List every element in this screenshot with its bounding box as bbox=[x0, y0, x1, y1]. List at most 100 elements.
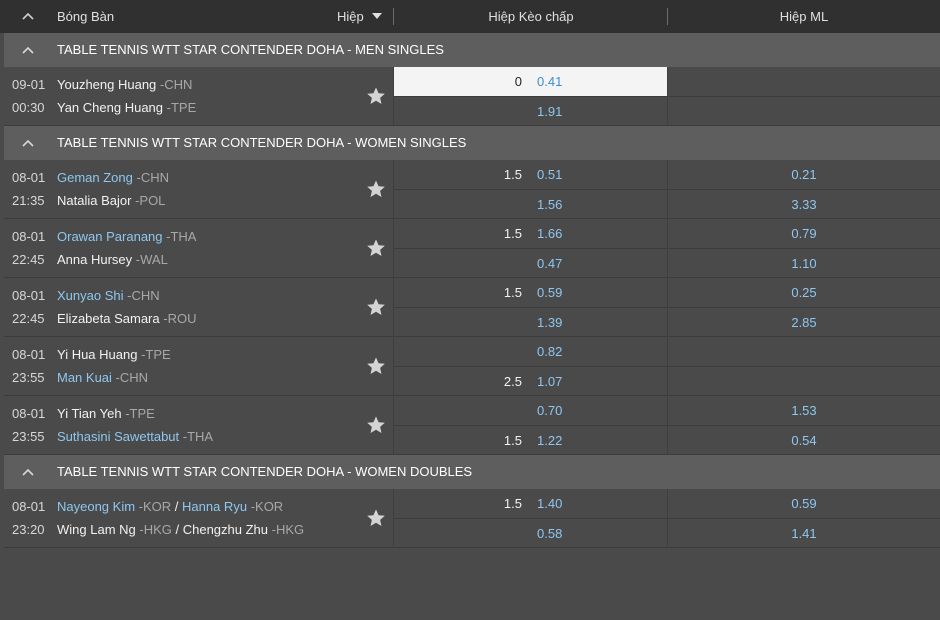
match-time: 22:45 bbox=[12, 311, 45, 326]
handicap-cell-away[interactable]: 1.5 1.22 bbox=[394, 426, 668, 455]
player-country: -CHN bbox=[127, 288, 160, 303]
moneyline-odds[interactable]: 1.53 bbox=[668, 403, 940, 418]
player-name[interactable]: Yi Hua Huang bbox=[57, 347, 137, 362]
favorite-star-icon[interactable] bbox=[366, 86, 386, 106]
handicap-cell-away[interactable]: 1.39 bbox=[394, 308, 668, 337]
league-header[interactable]: TABLE TENNIS WTT STAR CONTENDER DOHA - M… bbox=[4, 33, 940, 67]
handicap-cell-home[interactable]: 1.5 0.51 bbox=[394, 160, 668, 189]
handicap-cell-away[interactable]: 0.47 bbox=[394, 249, 668, 278]
moneyline-odds[interactable]: 1.41 bbox=[668, 526, 940, 541]
handicap-odds[interactable]: 0.59 bbox=[537, 285, 562, 300]
match-time: 23:20 bbox=[12, 522, 45, 537]
handicap-odds[interactable]: 1.56 bbox=[537, 197, 562, 212]
moneyline-cell-home[interactable]: 0.21 bbox=[668, 160, 940, 189]
chevron-up-icon[interactable] bbox=[20, 465, 36, 479]
chevron-up-icon[interactable] bbox=[20, 43, 36, 57]
column-divider bbox=[667, 337, 668, 396]
moneyline-cell-away[interactable]: 2.85 bbox=[668, 308, 940, 337]
handicap-odds[interactable]: 0.58 bbox=[537, 526, 562, 541]
team-separator: / bbox=[171, 499, 183, 514]
handicap-cell-away[interactable]: 1.56 bbox=[394, 190, 668, 219]
moneyline-cell-home[interactable] bbox=[668, 337, 940, 366]
moneyline-odds[interactable]: 0.21 bbox=[668, 167, 940, 182]
league-header[interactable]: TABLE TENNIS WTT STAR CONTENDER DOHA - W… bbox=[4, 126, 940, 160]
moneyline-cell-home[interactable]: 1.53 bbox=[668, 396, 940, 425]
handicap-odds[interactable]: 1.07 bbox=[537, 374, 562, 389]
handicap-odds[interactable]: 0.41 bbox=[537, 74, 562, 89]
column-divider bbox=[667, 160, 668, 219]
period-select[interactable]: Hiệp bbox=[337, 0, 364, 33]
favorite-star-icon[interactable] bbox=[366, 356, 386, 376]
moneyline-odds[interactable]: 0.79 bbox=[668, 226, 940, 241]
caret-down-icon[interactable] bbox=[372, 12, 382, 20]
column-divider bbox=[667, 67, 668, 126]
handicap-odds[interactable]: 1.91 bbox=[537, 104, 562, 119]
moneyline-odds[interactable]: 3.33 bbox=[668, 197, 940, 212]
moneyline-cell-away[interactable] bbox=[668, 97, 940, 126]
chevron-up-icon[interactable] bbox=[20, 136, 36, 150]
handicap-cell-home[interactable]: 1.5 0.59 bbox=[394, 278, 668, 307]
away-team: Yan Cheng Huang -TPE bbox=[57, 100, 196, 115]
player-name[interactable]: Chengzhu Zhu bbox=[183, 522, 268, 537]
moneyline-odds[interactable]: 2.85 bbox=[668, 315, 940, 330]
handicap-cell-away[interactable]: 1.91 bbox=[394, 97, 668, 126]
favorite-star-icon[interactable] bbox=[366, 508, 386, 528]
favorite-star-icon[interactable] bbox=[366, 415, 386, 435]
player-name[interactable]: Geman Zong bbox=[57, 170, 133, 185]
handicap-cell-away[interactable]: 2.5 1.07 bbox=[394, 367, 668, 396]
handicap-line: 0 bbox=[514, 74, 522, 89]
chevron-up-icon[interactable] bbox=[20, 9, 36, 23]
handicap-odds[interactable]: 0.47 bbox=[537, 256, 562, 271]
handicap-cell-home[interactable]: 1.5 1.40 bbox=[394, 489, 668, 518]
handicap-odds[interactable]: 1.22 bbox=[537, 433, 562, 448]
player-name[interactable]: Yi Tian Yeh bbox=[57, 406, 122, 421]
moneyline-cell-away[interactable] bbox=[668, 367, 940, 396]
moneyline-cell-home[interactable]: 0.59 bbox=[668, 489, 940, 518]
player-name[interactable]: Hanna Ryu bbox=[182, 499, 247, 514]
handicap-cell-away[interactable]: 0.58 bbox=[394, 519, 668, 548]
player-name[interactable]: Orawan Paranang bbox=[57, 229, 163, 244]
player-name[interactable]: Man Kuai bbox=[57, 370, 112, 385]
moneyline-odds[interactable]: 0.25 bbox=[668, 285, 940, 300]
player-name[interactable]: Yan Cheng Huang bbox=[57, 100, 163, 115]
moneyline-cell-away[interactable]: 1.10 bbox=[668, 249, 940, 278]
handicap-odds[interactable]: 0.82 bbox=[537, 344, 562, 359]
team-separator: / bbox=[171, 522, 183, 537]
league-header[interactable]: TABLE TENNIS WTT STAR CONTENDER DOHA - W… bbox=[4, 455, 940, 489]
player-name[interactable]: Elizabeta Samara bbox=[57, 311, 160, 326]
handicap-odds[interactable]: 1.66 bbox=[537, 226, 562, 241]
moneyline-odds[interactable]: 0.54 bbox=[668, 433, 940, 448]
favorite-star-icon[interactable] bbox=[366, 297, 386, 317]
player-name[interactable]: Suthasini Sawettabut bbox=[57, 429, 179, 444]
handicap-odds[interactable]: 1.39 bbox=[537, 315, 562, 330]
match-date: 08-01 bbox=[12, 170, 46, 185]
moneyline-odds[interactable]: 1.10 bbox=[668, 256, 940, 271]
moneyline-cell-away[interactable]: 0.54 bbox=[668, 426, 940, 455]
moneyline-cell-away[interactable]: 3.33 bbox=[668, 190, 940, 219]
favorite-star-icon[interactable] bbox=[366, 238, 386, 258]
player-name[interactable]: Anna Hursey bbox=[57, 252, 132, 267]
player-name[interactable]: Xunyao Shi bbox=[57, 288, 124, 303]
player-country: -HKG bbox=[271, 522, 305, 537]
moneyline-cell-away[interactable]: 1.41 bbox=[668, 519, 940, 548]
match-row: 08-01 23:55 Yi Hua Huang -TPE Man Kuai -CHN… bbox=[4, 337, 940, 396]
player-name[interactable]: Nayeong Kim bbox=[57, 499, 135, 514]
player-name[interactable]: Natalia Bajor bbox=[57, 193, 131, 208]
handicap-odds[interactable]: 1.40 bbox=[537, 496, 562, 511]
handicap-odds[interactable]: 0.70 bbox=[537, 403, 562, 418]
match-date: 08-01 bbox=[12, 406, 46, 421]
moneyline-cell-home[interactable] bbox=[668, 67, 940, 96]
handicap-cell-home[interactable]: 0.70 bbox=[394, 396, 668, 425]
handicap-odds[interactable]: 0.51 bbox=[537, 167, 562, 182]
moneyline-cell-home[interactable]: 0.79 bbox=[668, 219, 940, 248]
moneyline-odds[interactable]: 0.59 bbox=[668, 496, 940, 511]
favorite-star-icon[interactable] bbox=[366, 179, 386, 199]
player-name[interactable]: Youzheng Huang bbox=[57, 77, 156, 92]
handicap-cell-home[interactable]: 1.5 1.66 bbox=[394, 219, 668, 248]
handicap-cell-home[interactable]: 0.82 bbox=[394, 337, 668, 366]
match-row: 09-01 00:30 Youzheng Huang -CHN Yan Cheng H… bbox=[4, 67, 940, 126]
player-name[interactable]: Wing Lam Ng bbox=[57, 522, 136, 537]
handicap-cell-home[interactable]: 0 0.41 bbox=[394, 67, 668, 96]
moneyline-cell-home[interactable]: 0.25 bbox=[668, 278, 940, 307]
player-country: -KOR bbox=[250, 499, 284, 514]
